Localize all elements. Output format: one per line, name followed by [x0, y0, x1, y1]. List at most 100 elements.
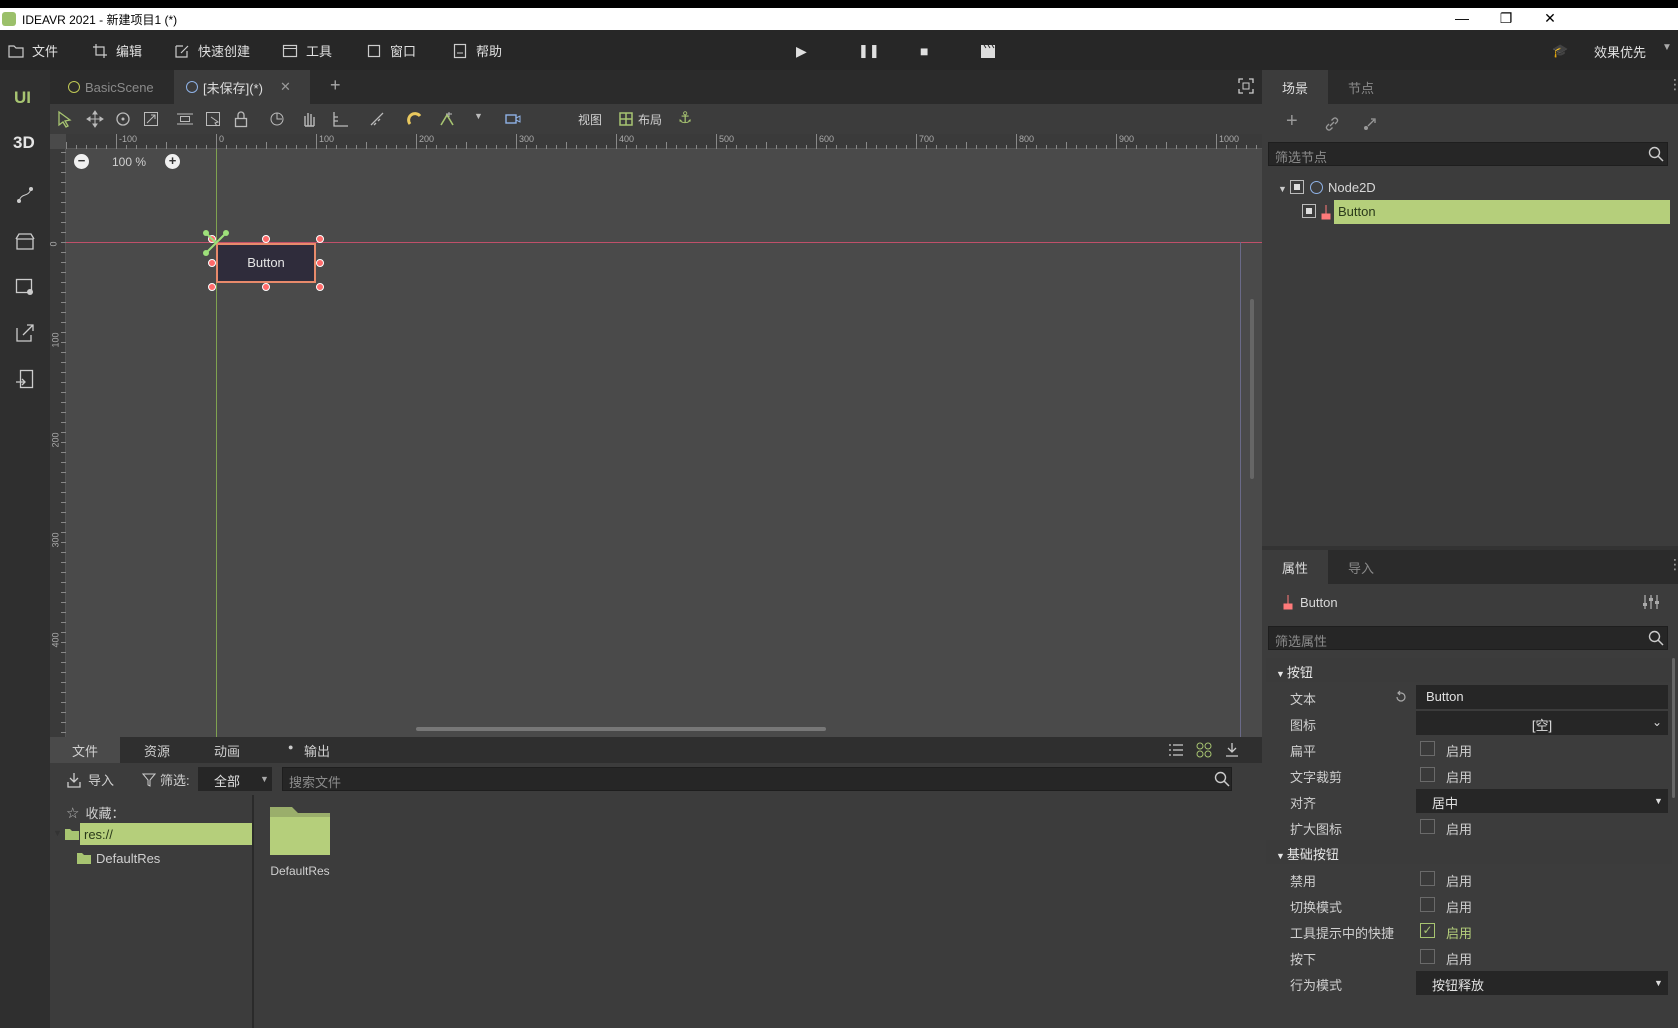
chevron-down-icon[interactable]: ▼ — [260, 774, 269, 784]
section-button[interactable]: ▼ 按钮 — [1266, 658, 1672, 682]
render-mode-select[interactable]: 效果优先 — [1594, 42, 1646, 61]
view-menu[interactable]: 视图 — [578, 111, 602, 128]
chevron-down-icon[interactable]: ▼ — [1654, 978, 1663, 988]
section-base-button[interactable]: ▼ 基础按钮 — [1266, 840, 1672, 864]
rotate-icon[interactable] — [114, 110, 132, 128]
anchor-icon[interactable]: ⚓ — [678, 108, 692, 128]
list-select-icon[interactable] — [204, 110, 222, 128]
rect-select-icon[interactable] — [176, 110, 194, 128]
collapse-panel-icon[interactable] — [1224, 742, 1240, 758]
inspector-scrollbar[interactable] — [1672, 658, 1675, 798]
link-icon[interactable] — [1324, 116, 1340, 132]
snap-dropdown-chevron-icon[interactable]: ▼ — [474, 111, 483, 121]
bone-icon[interactable] — [368, 110, 386, 128]
align-select[interactable]: 居中 — [1416, 789, 1668, 813]
lock-icon[interactable] — [232, 110, 250, 128]
shortcut-tooltip-checkbox[interactable]: ✓ — [1420, 923, 1435, 938]
search-icon[interactable] — [1648, 630, 1664, 646]
file-search-input[interactable]: 搜索文件 — [282, 767, 1232, 791]
ruler-icon[interactable] — [332, 110, 350, 128]
clapper-icon[interactable] — [980, 43, 996, 62]
instance-icon[interactable] — [1362, 116, 1378, 132]
flat-checkbox[interactable] — [1420, 741, 1435, 756]
path-icon[interactable] — [14, 184, 36, 206]
zoom-out-button[interactable]: − — [74, 154, 89, 169]
tree-node-button[interactable]: Button — [1338, 204, 1376, 219]
disabled-checkbox[interactable] — [1420, 871, 1435, 886]
tab-basicscene[interactable]: BasicScene — [56, 70, 166, 104]
tab-node[interactable]: 节点 — [1328, 70, 1394, 104]
move-icon[interactable] — [86, 110, 104, 128]
resize-handle[interactable] — [262, 235, 270, 243]
clip-text-checkbox[interactable] — [1420, 767, 1435, 782]
favorites-item[interactable]: ☆ 收藏： — [66, 803, 124, 822]
add-node-button[interactable]: + — [1286, 110, 1298, 133]
export-icon[interactable] — [14, 322, 36, 344]
menu-quick-create[interactable]: 快速创建 — [174, 41, 250, 60]
hand-pan-icon[interactable] — [300, 110, 318, 128]
stop-icon[interactable]: ■ — [920, 43, 928, 59]
filter-button[interactable]: 筛选: — [142, 770, 190, 789]
resize-handle[interactable] — [208, 283, 216, 291]
tab-properties[interactable]: 属性 — [1262, 550, 1329, 584]
tab-animation[interactable]: 动画 — [192, 737, 262, 763]
menu-window[interactable]: 窗口 — [366, 41, 416, 60]
anchor-gizmo-icon[interactable] — [200, 227, 232, 259]
viewport-canvas[interactable]: − 100 % + Button — [66, 149, 1262, 737]
tree-row-selected[interactable] — [1334, 200, 1670, 224]
revert-icon[interactable] — [1394, 690, 1408, 704]
node-filter-input[interactable]: 筛选节点 — [1268, 142, 1668, 166]
import-file-icon[interactable] — [14, 368, 36, 390]
menu-help[interactable]: 帮助 — [452, 41, 502, 60]
resize-handle[interactable] — [208, 259, 216, 267]
fullscreen-icon[interactable] — [1238, 78, 1254, 94]
text-field[interactable]: Button — [1416, 685, 1668, 709]
settings-window-icon[interactable] — [14, 276, 36, 298]
resize-handle[interactable] — [262, 283, 270, 291]
close-button[interactable]: ✕ — [1528, 10, 1572, 27]
resize-handle[interactable] — [316, 235, 324, 243]
graduation-icon[interactable]: 🎓 — [1552, 43, 1568, 59]
menu-file[interactable]: 文件 — [8, 41, 58, 60]
action-mode-select[interactable]: 按钮释放 — [1416, 971, 1668, 995]
store-icon[interactable] — [14, 230, 36, 252]
icon-resource-picker[interactable]: [空] — [1416, 711, 1668, 735]
grid-view-icon[interactable] — [1196, 742, 1212, 758]
chevron-down-icon[interactable]: ▼ — [1662, 42, 1672, 53]
menu-tools[interactable]: 工具 — [282, 41, 332, 60]
zoom-in-button[interactable]: + — [165, 154, 180, 169]
select-arrow-icon[interactable] — [56, 110, 74, 128]
menu-edit[interactable]: 编辑 — [92, 41, 142, 60]
object-settings-icon[interactable] — [1642, 594, 1660, 610]
snap-grid-icon[interactable] — [438, 110, 456, 128]
tree-item-defaultres[interactable]: DefaultRes — [96, 851, 160, 866]
close-tab-icon[interactable]: ✕ — [280, 79, 291, 95]
3d-mode-button[interactable]: 3D — [13, 133, 35, 153]
more-options-icon[interactable]: ⋮ — [1668, 76, 1678, 93]
chevron-down-icon[interactable]: ▼ — [1654, 796, 1663, 806]
chevron-down-icon[interactable]: ⌄ — [1652, 715, 1662, 729]
list-view-icon[interactable] — [1168, 743, 1184, 757]
scale-icon[interactable] — [142, 110, 160, 128]
camera-icon[interactable] — [504, 110, 522, 128]
layout-menu[interactable]: 布局 — [638, 111, 662, 128]
folder-grid-item[interactable]: DefaultRes — [262, 801, 338, 878]
tab-scene[interactable]: 场景 — [1262, 70, 1329, 104]
tab-unsaved[interactable]: [未保存](*) ✕ — [174, 70, 310, 104]
minimize-button[interactable]: — — [1440, 10, 1484, 26]
expand-icon-checkbox[interactable] — [1420, 819, 1435, 834]
maximize-button[interactable]: ❐ — [1484, 10, 1528, 27]
more-options-icon[interactable]: ⋮ — [1668, 556, 1678, 573]
pressed-checkbox[interactable] — [1420, 949, 1435, 964]
resize-handle[interactable] — [316, 283, 324, 291]
tree-item-res[interactable]: res:// — [84, 827, 113, 842]
search-icon[interactable] — [1214, 771, 1230, 787]
add-tab-button[interactable]: + — [330, 75, 341, 96]
toggle-mode-checkbox[interactable] — [1420, 897, 1435, 912]
tab-resources[interactable]: 资源 — [122, 737, 192, 763]
tree-node-node2d[interactable]: Node2D — [1328, 180, 1376, 195]
ui-mode-button[interactable]: UI — [14, 88, 31, 108]
search-icon[interactable] — [1648, 146, 1664, 162]
horizontal-scrollbar[interactable] — [416, 727, 826, 731]
tab-output[interactable]: 输出 — [282, 737, 352, 763]
